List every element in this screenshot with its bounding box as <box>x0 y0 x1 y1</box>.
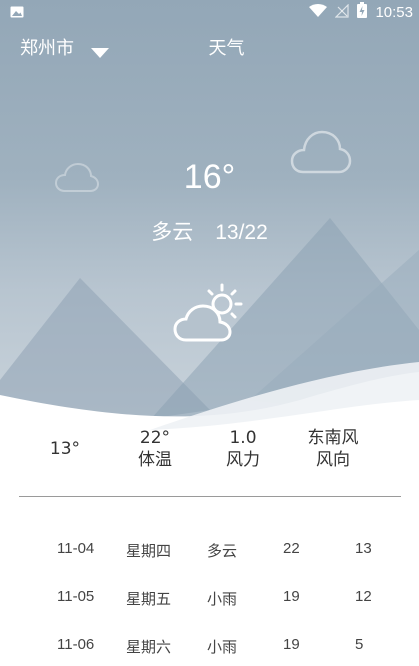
forecast-weekday: 星期四 <box>126 542 172 560</box>
forecast-condition: 小雨 <box>207 638 238 656</box>
detail-value: 东南风 <box>307 428 359 448</box>
detail-body-temp: 22° 体温 <box>125 427 185 471</box>
forecast-weekday: 星期六 <box>126 638 172 656</box>
forecast-row: 11-04 星期四 多云 22 13 <box>0 530 419 570</box>
image-icon <box>10 3 24 22</box>
divider <box>19 496 401 497</box>
page-title: 天气 <box>208 38 245 59</box>
forecast-condition: 小雨 <box>207 590 238 608</box>
forecast-high: 19 <box>283 636 300 653</box>
forecast-date: 11-04 <box>57 540 95 557</box>
forecast-weekday: 星期五 <box>126 590 172 608</box>
detail-label: 风向 <box>316 450 350 470</box>
detail-label: 风力 <box>226 450 260 470</box>
forecast-low: 5 <box>355 636 364 653</box>
forecast-high: 19 <box>283 588 300 605</box>
detail-low-temp: 13° <box>40 438 90 460</box>
forecast-row: 11-05 星期五 小雨 19 12 <box>0 578 419 618</box>
forecast-condition: 多云 <box>207 542 238 560</box>
weather-details: 13° 22° 体温 1.0 风力 东南风 风向 <box>0 425 419 485</box>
detail-value: 22° <box>139 428 171 448</box>
forecast-row: 11-06 星期六 小雨 19 5 <box>0 626 419 666</box>
detail-label: 体温 <box>138 450 172 470</box>
wifi-icon <box>309 3 328 22</box>
detail-value: 1.0 <box>229 428 257 448</box>
signal-off-icon <box>335 3 350 22</box>
current-condition: 多云 <box>151 220 194 244</box>
status-time: 10:53 <box>375 3 413 21</box>
detail-wind-direction: 东南风 风向 <box>298 427 368 471</box>
partly-cloudy-icon <box>172 282 248 350</box>
temperature-range: 13/22 <box>215 221 268 244</box>
detail-wind-force: 1.0 风力 <box>213 427 273 471</box>
current-condition-row: 多云 13/22 <box>0 216 419 246</box>
forecast-date: 11-06 <box>57 636 95 653</box>
status-bar: 10:53 <box>0 0 419 22</box>
weather-screen: 10:53 郑州市 天气 16° 多云 13/22 13° 22° 体温 1.0… <box>0 0 419 666</box>
detail-value: 13° <box>49 439 81 459</box>
forecast-date: 11-05 <box>57 588 95 605</box>
forecast-high: 22 <box>283 540 300 557</box>
current-temperature: 16° <box>183 158 236 196</box>
forecast-low: 13 <box>355 540 372 557</box>
forecast-low: 12 <box>355 588 372 605</box>
battery-charging-icon <box>357 2 368 22</box>
